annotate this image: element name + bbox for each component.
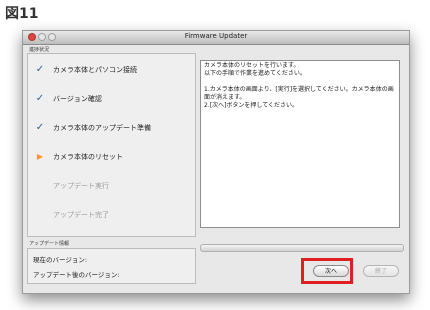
after-version-label: アップデート後のバージョン: — [33, 271, 120, 279]
message-line — [204, 78, 396, 86]
next-button-highlight — [301, 258, 353, 284]
step-item: ✓ カメラ本体とパソコン接続 — [28, 63, 195, 77]
window-title: Firmware Updater — [184, 32, 248, 40]
step-label: カメラ本体とパソコン接続 — [53, 66, 137, 74]
finish-button[interactable]: 終了 — [363, 265, 399, 277]
title-bar[interactable]: Firmware Updater — [23, 31, 409, 45]
step-label: カメラ本体のアップデート準備 — [53, 124, 151, 132]
step-label: アップデート完了 — [53, 211, 109, 219]
step-item-pending: アップデート完了 — [28, 208, 195, 222]
checkmark-icon: ✓ — [35, 64, 45, 75]
step-item-pending: アップデート実行 — [28, 179, 195, 193]
update-info-label: アップデート情報 — [29, 241, 70, 247]
current-version-label: 現在のバージョン: — [33, 256, 88, 264]
message-line: カメラ本体のリセットを行います。 — [204, 62, 300, 69]
instruction-text-area[interactable]: カメラ本体のリセットを行います。 以下の手順で作業を進めてください。 1.カメラ… — [200, 60, 400, 228]
step-label: バージョン確認 — [53, 95, 102, 103]
message-line: 1.カメラ本体の画面より、[実行]を選択してください。カメラ本体の画 — [204, 86, 394, 93]
step-label: カメラ本体のリセット — [53, 153, 123, 161]
current-step-arrow-icon: ▶ — [36, 152, 44, 161]
steps-section-label: 進捗状況 — [29, 47, 50, 53]
message-line: 以下の手順で作業を進めてください。 — [204, 70, 306, 77]
update-info-panel: 現在のバージョン: アップデート後のバージョン: — [27, 248, 196, 284]
message-line: 2.[次へ]ボタンを押してください。 — [204, 102, 299, 109]
checkmark-icon: ✓ — [35, 93, 45, 104]
step-item: ✓ バージョン確認 — [28, 92, 195, 106]
steps-panel: ✓ カメラ本体とパソコン接続 ✓ バージョン確認 ✓ カメラ本体のアップデート準… — [27, 53, 196, 237]
firmware-updater-window: Firmware Updater 進捗状況 ✓ カメラ本体とパソコン接続 ✓ バ… — [22, 30, 410, 294]
step-item: ✓ カメラ本体のアップデート準備 — [28, 121, 195, 135]
checkmark-icon: ✓ — [35, 122, 45, 133]
step-label: アップデート実行 — [53, 182, 109, 190]
progress-bar — [200, 244, 404, 252]
figure-label: 図11 — [5, 6, 39, 22]
step-item-current: ▶ カメラ本体のリセット — [28, 150, 195, 164]
message-line: 面が消えます。 — [204, 94, 246, 101]
